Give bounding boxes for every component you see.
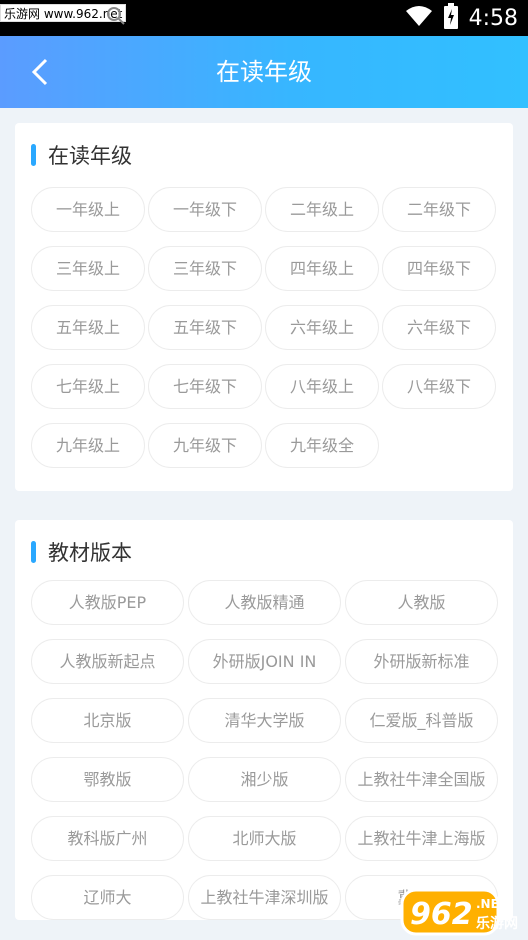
version-option[interactable]: 北师大版 <box>188 816 341 861</box>
grade-option[interactable]: 二年级下 <box>382 187 496 232</box>
grade-section: 在读年级 一年级上 一年级下 二年级上 二年级下三年级上 三年级下 四年级上 四年级下五年级… <box>15 123 513 491</box>
clock: 4:58 <box>468 5 518 31</box>
version-option[interactable]: 清华大学版 <box>188 698 341 743</box>
version-option[interactable]: 鄂教版 <box>31 757 184 802</box>
section-header: 教材版本 <box>31 538 132 566</box>
grade-option[interactable]: 一年级下 <box>148 187 262 232</box>
grade-option[interactable]: 二年级上 <box>265 187 379 232</box>
grade-option[interactable]: 四年级下 <box>382 246 496 291</box>
search-icon <box>104 6 128 30</box>
title-bar: 在读年级 <box>0 36 528 108</box>
version-option[interactable]: 仁爱版_科普版 <box>345 698 498 743</box>
grade-option[interactable]: 三年级上 <box>31 246 145 291</box>
version-options: 人教版PEP 人教版精通 人教版人教版新起点 外研版JOIN IN 外研版新标准北京版清… <box>31 580 499 920</box>
version-option[interactable]: 外研版新标准 <box>345 639 498 684</box>
version-option[interactable]: 教科版广州 <box>31 816 184 861</box>
svg-text:962: 962 <box>410 897 473 932</box>
grade-option[interactable]: 九年级全 <box>265 423 379 468</box>
grade-options: 一年级上 一年级下 二年级上 二年级下三年级上 三年级下 四年级上 四年级下五年级上 五年级下… <box>31 187 499 468</box>
page-title: 在读年级 <box>216 58 312 86</box>
grade-option[interactable]: 六年级下 <box>382 305 496 350</box>
grade-option[interactable]: 九年级上 <box>31 423 145 468</box>
grade-option[interactable]: 八年级上 <box>265 364 379 409</box>
version-option[interactable]: 人教版精通 <box>188 580 341 625</box>
battery-icon <box>443 3 459 33</box>
grade-option[interactable]: 三年级下 <box>148 246 262 291</box>
watermark-logo: 962 .NET 乐游网 <box>388 878 528 940</box>
version-option[interactable]: 人教版PEP <box>31 580 184 625</box>
grade-option[interactable]: 九年级下 <box>148 423 262 468</box>
svg-text:.NET: .NET <box>476 897 508 911</box>
section-header: 在读年级 <box>31 141 132 169</box>
version-option[interactable]: 辽师大 <box>31 875 184 920</box>
accent-bar <box>31 144 36 166</box>
accent-bar <box>31 541 36 563</box>
grade-option[interactable]: 七年级下 <box>148 364 262 409</box>
version-option[interactable]: 人教版 <box>345 580 498 625</box>
version-option[interactable]: 北京版 <box>31 698 184 743</box>
grade-option[interactable]: 六年级上 <box>265 305 379 350</box>
version-option[interactable]: 人教版新起点 <box>31 639 184 684</box>
section-title: 教材版本 <box>48 541 132 565</box>
grade-option[interactable]: 四年级上 <box>265 246 379 291</box>
grade-option[interactable]: 八年级下 <box>382 364 496 409</box>
version-option[interactable]: 外研版JOIN IN <box>188 639 341 684</box>
version-option[interactable]: 湘少版 <box>188 757 341 802</box>
section-title: 在读年级 <box>48 144 132 168</box>
wifi-icon <box>405 5 433 31</box>
status-bar: 乐游网 www.962.net 4:58 <box>0 0 528 36</box>
version-option[interactable]: 上教社牛津全国版 <box>345 757 498 802</box>
svg-text:乐游网: 乐游网 <box>476 915 518 932</box>
grade-option[interactable]: 五年级下 <box>148 305 262 350</box>
grade-option[interactable]: 七年级上 <box>31 364 145 409</box>
grade-option[interactable]: 五年级上 <box>31 305 145 350</box>
version-option[interactable]: 上教社牛津上海版 <box>345 816 498 861</box>
version-option[interactable]: 上教社牛津深圳版 <box>188 875 341 920</box>
grade-option[interactable]: 一年级上 <box>31 187 145 232</box>
textbook-version-section: 教材版本 人教版PEP 人教版精通 人教版人教版新起点 外研版JOIN IN 外研版新标… <box>15 520 513 920</box>
